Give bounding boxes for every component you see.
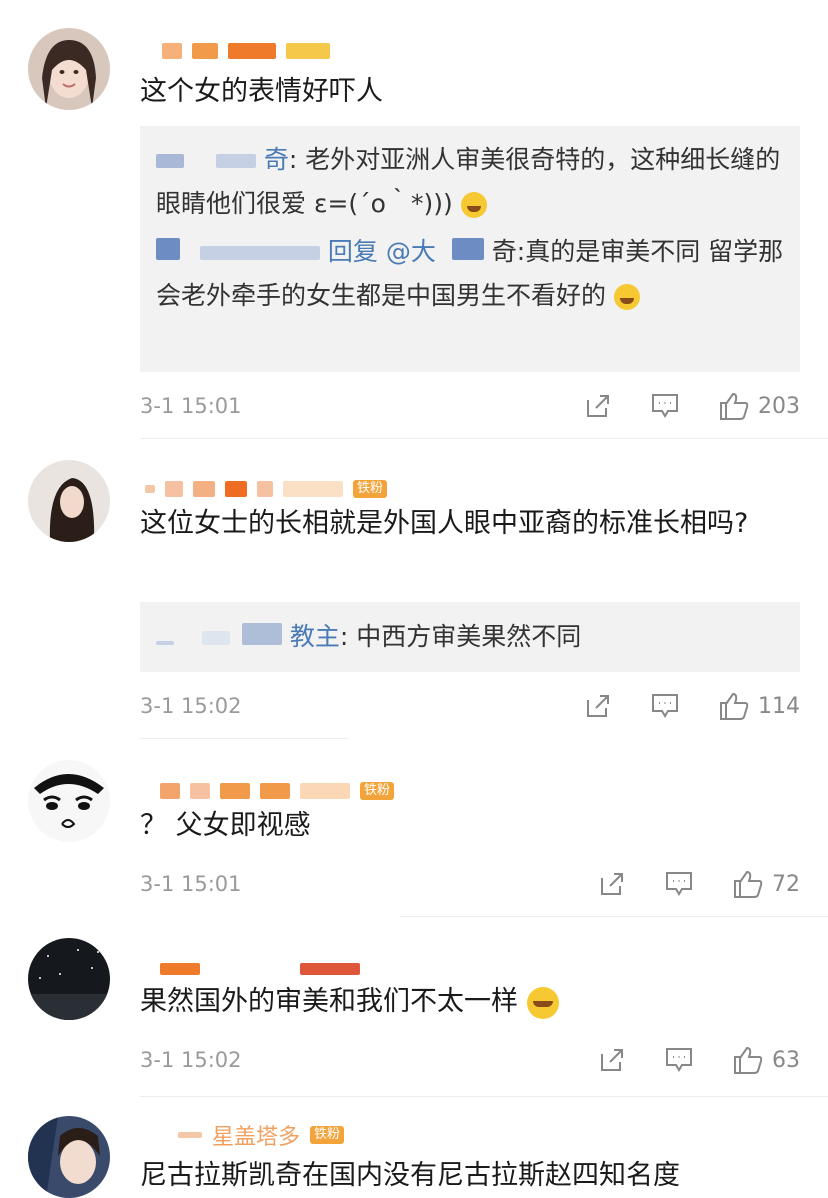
reply-author[interactable]: 教主 [290,622,340,651]
reply-thread[interactable]: 教主: 中西方审美果然不同 [140,602,800,672]
share-button[interactable] [584,692,612,720]
comment-item: 铁粉 ？ 父女即视感 3-1 15:01 72 [0,740,828,918]
fan-badge: 铁粉 [360,782,395,800]
like-count: 63 [772,1047,800,1073]
reply-thread[interactable]: 奇: 老外对亚洲人审美很奇特的，这种细长缝的眼睛他们很爱 ε=(´ο｀*))) … [140,126,800,372]
comment-meta: 3-1 15:01 203 [140,390,800,422]
comment-button[interactable] [650,692,680,720]
like-count: 114 [758,693,800,719]
comment-icon [666,872,692,896]
comment-item: 铁粉 这位女士的长相就是外国人眼中亚裔的标准长相吗? 教主: 中西方审美果然不同… [0,440,828,740]
comment-meta: 3-1 15:02 114 [140,690,800,722]
divider [400,916,828,917]
username-redacted[interactable] [162,40,330,62]
like-count: 72 [772,871,800,897]
timestamp: 3-1 15:01 [140,394,242,418]
reply-text: : 中西方审美果然不同 [339,622,582,651]
comment-text: 这位女士的长相就是外国人眼中亚裔的标准长相吗? [140,508,749,539]
timestamp: 3-1 15:01 [140,872,242,896]
like-button[interactable]: 114 [718,691,800,721]
share-icon [601,1049,623,1071]
comment-icon [652,694,678,718]
divider [140,738,348,739]
comment-meta: 3-1 15:01 72 [140,868,800,900]
reply-item[interactable]: 奇: 老外对亚洲人审美很奇特的，这种细长缝的眼睛他们很爱 ε=(´ο｀*))) [140,138,800,226]
fan-badge: 铁粉 [353,480,388,498]
share-icon [601,873,623,895]
username-fragment: 星盖塔多 [212,1125,301,1150]
reply-author[interactable]: 奇 [264,145,289,174]
share-button[interactable] [598,870,626,898]
comment-text: 果然国外的审美和我们不太一样 [140,980,788,1024]
like-button[interactable]: 203 [718,391,800,421]
divider [140,438,828,439]
thumbs-up-icon [720,392,749,420]
laugh-emoji-icon [526,986,559,1019]
laugh-emoji-icon [613,284,640,310]
comment-icon [666,1048,692,1072]
thumbs-up-icon [734,870,763,898]
comment-button[interactable] [664,870,694,898]
timestamp: 3-1 15:02 [140,1048,242,1072]
like-count: 203 [758,393,800,419]
comment-text: 尼古拉斯凯奇在国内没有尼古拉斯赵四知名度 [140,1160,680,1191]
divider [140,1096,828,1097]
username-redacted[interactable]: 铁粉 [145,478,388,500]
timestamp: 3-1 15:02 [140,694,242,718]
fan-badge: 铁粉 [310,1126,345,1144]
comment-item: 果然国外的审美和我们不太一样 3-1 15:02 63 [0,918,828,1098]
avatar[interactable] [28,938,110,1020]
comment-item: 星盖塔多 铁粉 尼古拉斯凯奇在国内没有尼古拉斯赵四知名度 [0,1098,828,1198]
avatar[interactable] [28,760,110,842]
smile-emoji-icon [460,192,487,218]
share-icon [587,395,609,417]
comment-item: 这个女的表情好吓人 奇: 老外对亚洲人审美很奇特的，这种细长缝的眼睛他们很爱 ε… [0,0,828,440]
comment-text: 这个女的表情好吓人 [140,76,383,107]
share-button[interactable] [598,1046,626,1074]
avatar[interactable] [28,460,110,542]
comment-icon [652,394,678,418]
thumbs-up-icon [734,1046,763,1074]
like-button[interactable]: 63 [732,1045,800,1075]
like-button[interactable]: 72 [732,869,800,899]
username-redacted[interactable]: 星盖塔多 铁粉 [178,1124,345,1150]
avatar[interactable] [28,28,110,110]
reply-author[interactable]: 回复 @大 [328,237,436,266]
comment-text-content: 果然国外的审美和我们不太一样 [140,986,518,1017]
reply-item[interactable]: 回复 @大 奇:真的是审美不同 留学那会老外牵手的女生都是中国男生不看好的 [140,230,800,318]
reply-item[interactable]: 教主: 中西方审美果然不同 [140,602,800,659]
comment-button[interactable] [650,392,680,420]
comment-text: ？ 父女即视感 [140,810,311,841]
share-icon [587,695,609,717]
username-redacted[interactable] [160,958,360,980]
thumbs-up-icon [720,692,749,720]
comment-meta: 3-1 15:02 63 [140,1044,800,1076]
comment-button[interactable] [664,1046,694,1074]
avatar[interactable] [28,1116,110,1198]
username-redacted[interactable]: 铁粉 [160,780,395,802]
share-button[interactable] [584,392,612,420]
